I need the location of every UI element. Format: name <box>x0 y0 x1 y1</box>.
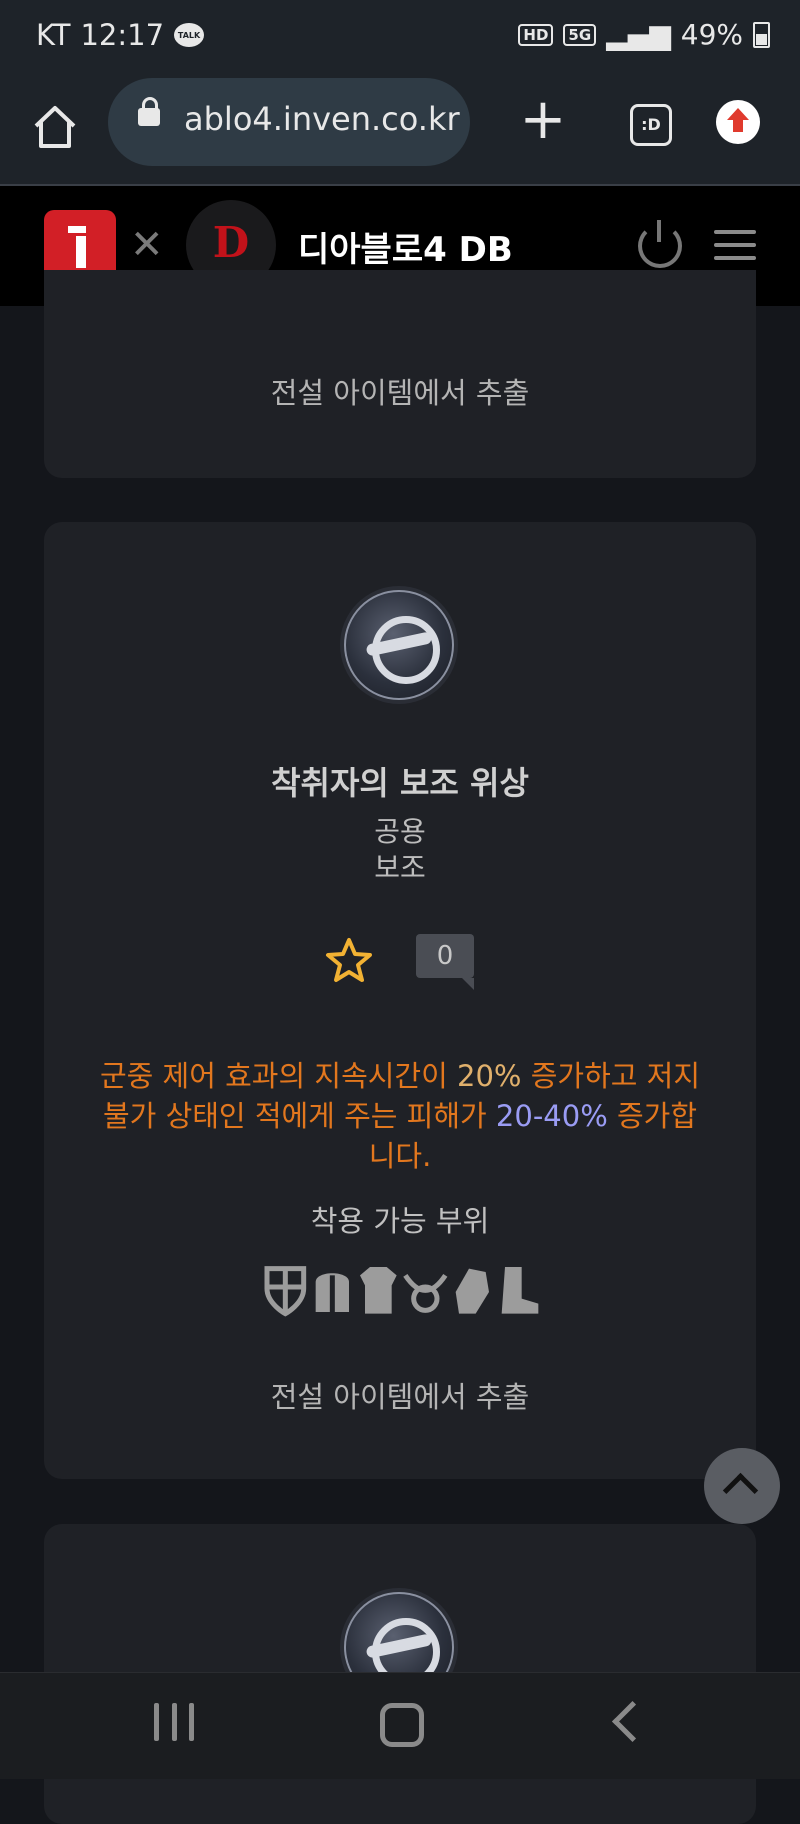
menu-icon[interactable] <box>714 230 756 269</box>
gloves-icon <box>455 1268 489 1314</box>
url-text: ablo4.inven.co.kr <box>184 100 460 138</box>
item-source: 전설 아이템에서 추출 <box>270 376 530 410</box>
hd-icon: HD <box>518 23 554 46</box>
item-class: 공용 <box>374 815 426 848</box>
time: 12:17 <box>80 18 165 52</box>
carrier: KT <box>36 18 71 52</box>
slots-label: 착용 가능 부위 <box>310 1204 490 1238</box>
helm-icon <box>315 1273 349 1313</box>
system-navigation-bar <box>0 1672 800 1779</box>
shield-icon <box>264 1266 307 1317</box>
boots-icon <box>502 1267 539 1314</box>
status-left: KT 12:17 TALK <box>36 18 205 52</box>
battery-icon <box>753 21 770 48</box>
home-button-icon[interactable] <box>380 1703 424 1747</box>
x-separator-icon: ✕ <box>130 222 164 268</box>
recent-apps-icon[interactable] <box>154 1703 194 1743</box>
kakaotalk-icon: TALK <box>174 23 205 47</box>
new-tab-button[interactable]: + <box>518 92 568 148</box>
chest-armor-icon <box>360 1267 398 1314</box>
home-icon[interactable] <box>30 102 80 152</box>
desc-value-range: 20-40% <box>495 1099 608 1133</box>
status-bar: KT 12:17 TALK HD 5G ▂▄▆ 49% <box>0 0 800 74</box>
lock-icon <box>138 97 160 126</box>
favorite-star-icon[interactable] <box>324 936 374 986</box>
amulet-icon <box>403 1273 448 1313</box>
desc-text: 군중 제어 효과의 지속시간이 <box>99 1059 458 1093</box>
status-right: HD 5G ▂▄▆ 49% <box>518 18 770 51</box>
desc-value: 20% <box>457 1059 522 1093</box>
slot-icons <box>262 1262 542 1319</box>
browser-toolbar: ablo4.inven.co.kr + :D <box>0 74 800 186</box>
update-icon[interactable] <box>716 100 760 144</box>
signal-icon: ▂▄▆ <box>606 18 671 51</box>
power-icon[interactable] <box>638 220 682 268</box>
item-type: 보조 <box>374 851 426 884</box>
aspect-emblem-icon <box>344 590 454 700</box>
back-icon[interactable] <box>611 1700 654 1743</box>
rating-count[interactable]: 0 <box>416 934 474 990</box>
item-card: 착취자의 보조 위상 공용 보조 0 군중 제어 효과의 지속시간이 20% 증… <box>44 522 756 1479</box>
tab-switcher-button[interactable]: :D <box>630 104 672 146</box>
scroll-to-top-button[interactable] <box>704 1448 780 1524</box>
battery-percent: 49% <box>680 18 743 51</box>
item-name: 착취자의 보조 위상 <box>271 764 529 802</box>
network-icon: 5G <box>563 23 597 46</box>
item-card: 전설 아이템에서 추출 <box>44 270 756 478</box>
address-bar[interactable]: ablo4.inven.co.kr <box>108 78 470 166</box>
site-title: 디아블로4 DB <box>298 230 513 270</box>
item-source: 전설 아이템에서 추출 <box>270 1380 530 1414</box>
item-description: 군중 제어 효과의 지속시간이 20% 증가하고 저지 불가 상태인 적에게 주… <box>94 1056 706 1176</box>
